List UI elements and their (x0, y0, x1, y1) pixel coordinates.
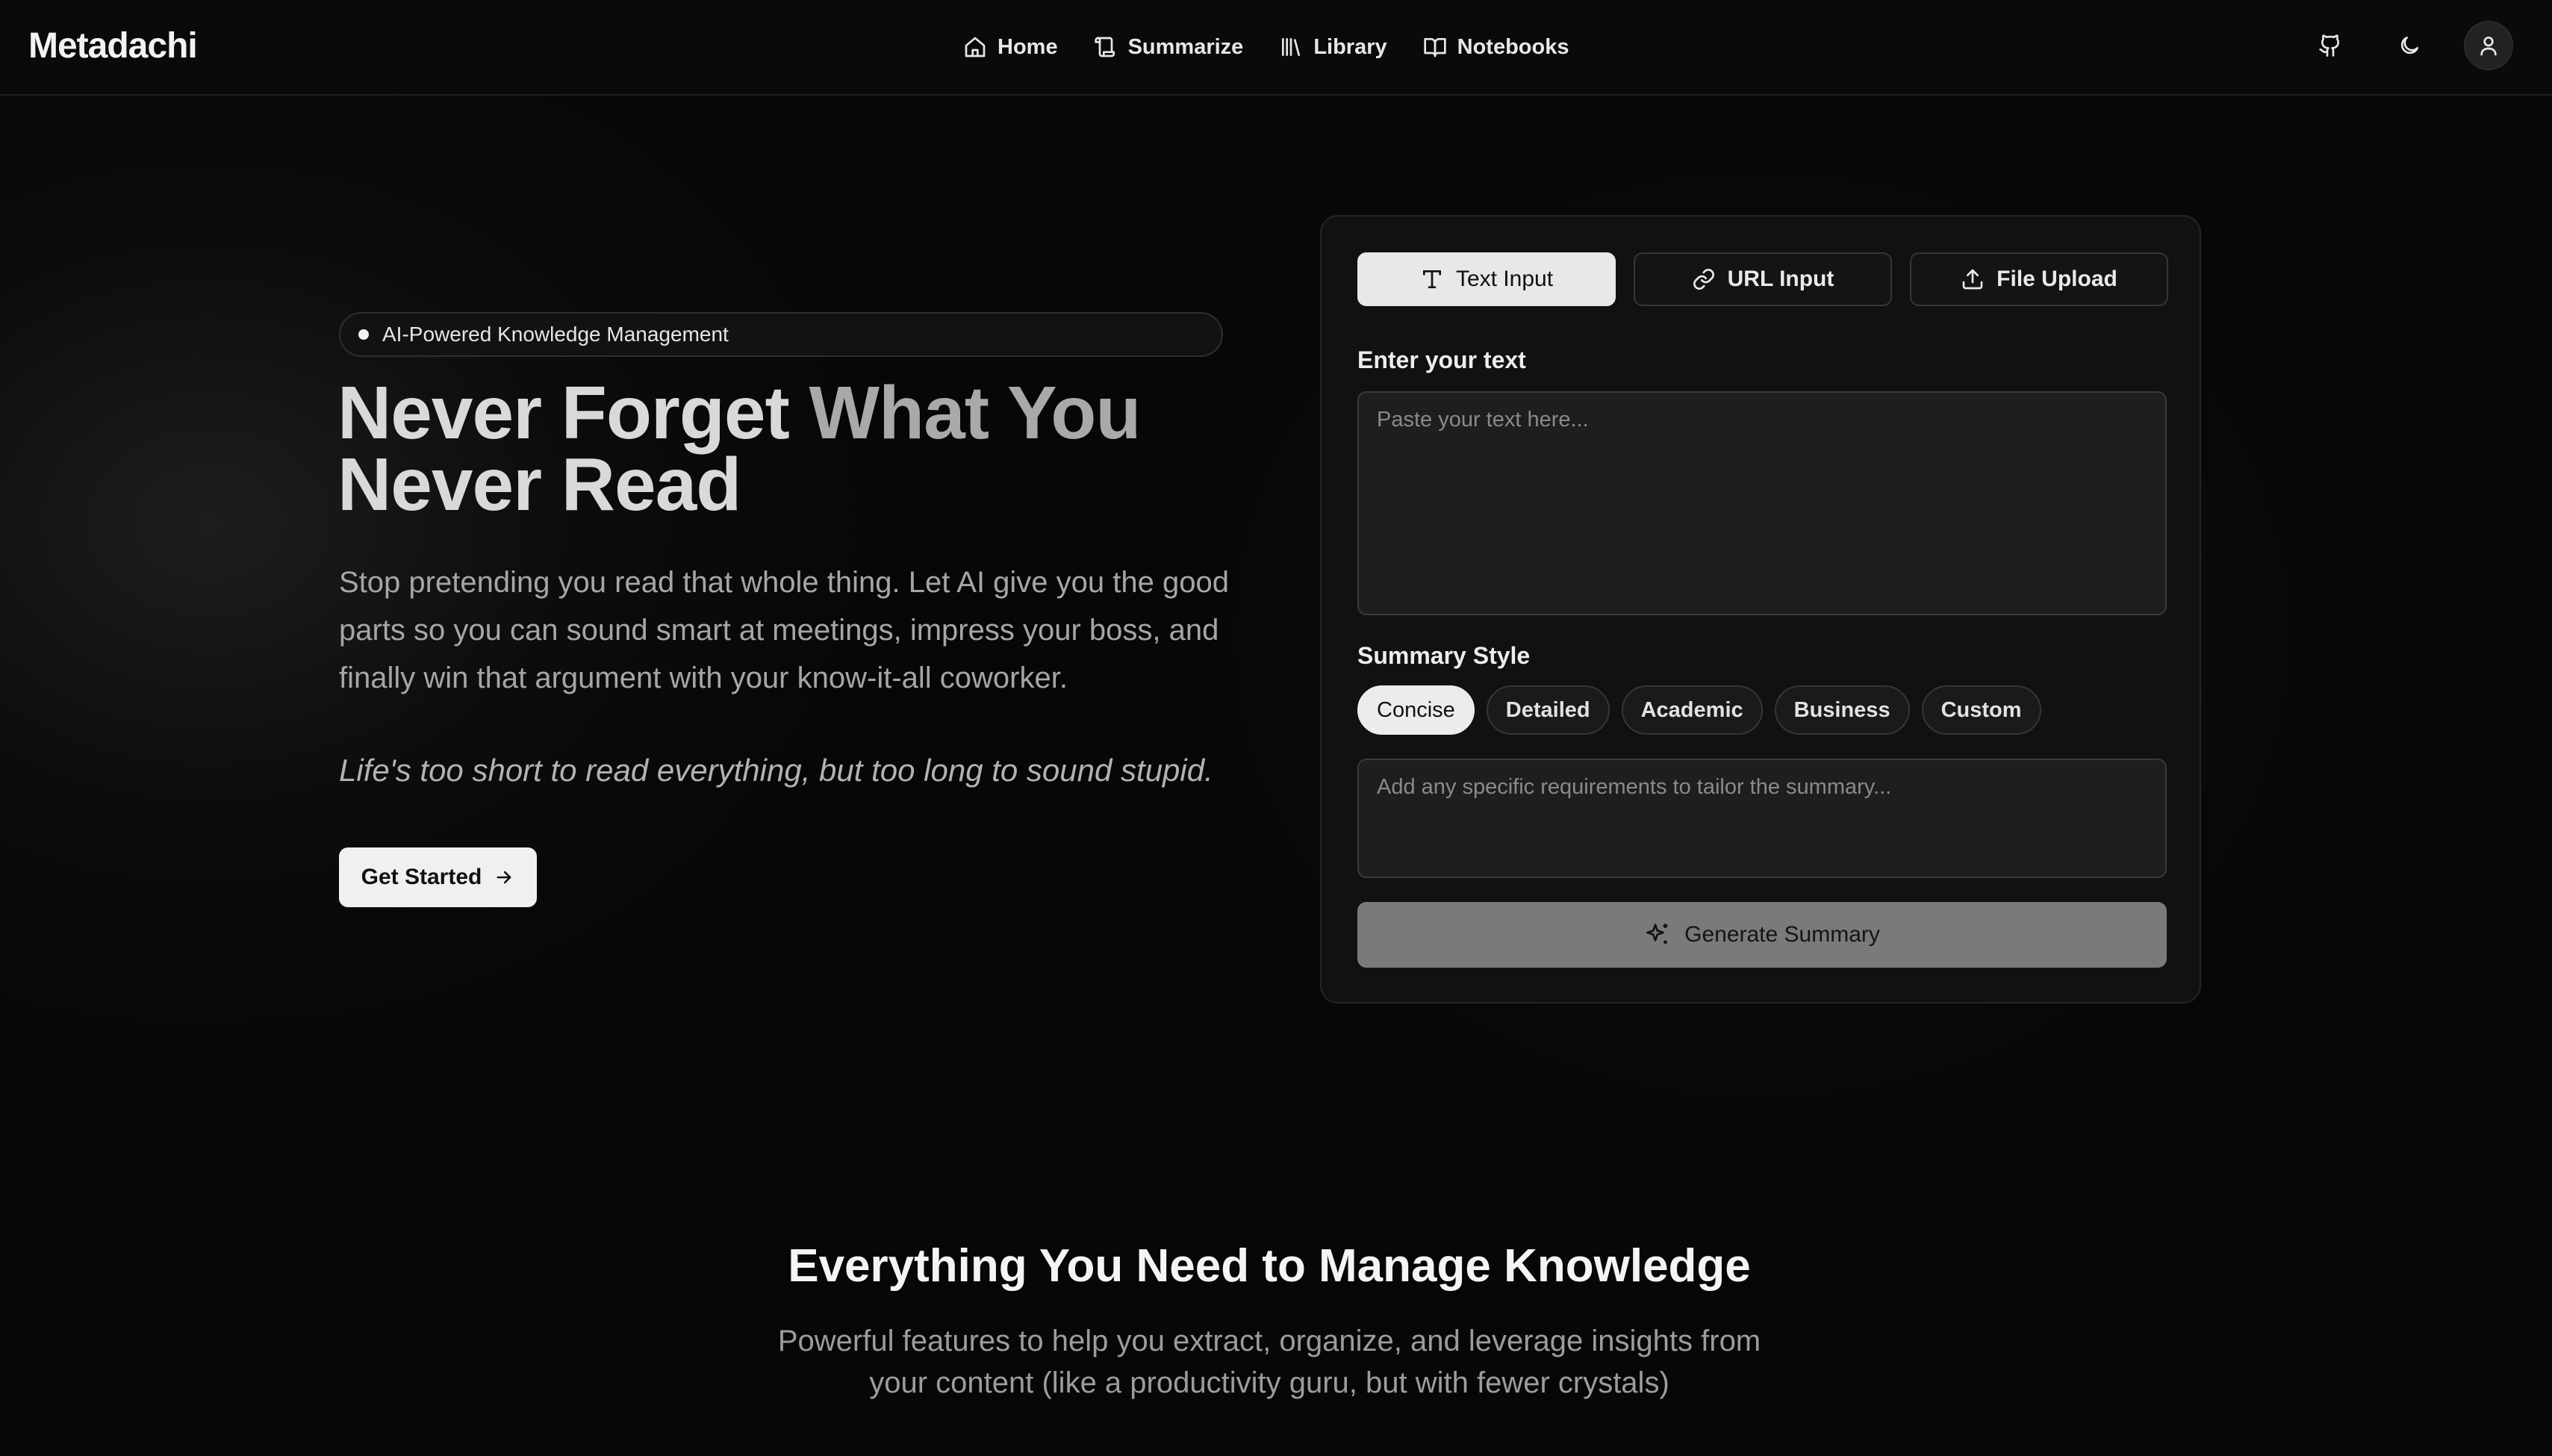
user-avatar-button[interactable] (2464, 21, 2513, 70)
nav-notebooks-label: Notebooks (1457, 34, 1569, 59)
requirements-placeholder: Add any specific requirements to tailor … (1377, 775, 1892, 799)
features-subtitle: Powerful features to help you extract, o… (747, 1320, 1792, 1404)
link-icon (1693, 269, 1714, 290)
nav-notebooks[interactable]: Notebooks (1423, 28, 1569, 66)
github-button[interactable] (2306, 21, 2355, 70)
home-icon (965, 37, 986, 57)
book-icon (1423, 38, 1446, 57)
badge-dot-icon (358, 329, 369, 340)
tab-url-input-label: URL Input (1727, 267, 1834, 291)
features-subtitle-line1: Powerful features to help you extract, o… (777, 1325, 1761, 1357)
style-custom[interactable]: Custom (1921, 685, 2041, 735)
hero-title: Never Forget What You Never Read (337, 376, 1308, 522)
library-icon (1282, 38, 1301, 56)
hero-badge: AI-Powered Knowledge Management (339, 312, 1223, 357)
summarizer-card: Text Input URL Input File Upload Enter y… (1320, 215, 2201, 1004)
get-started-label: Get Started (361, 865, 482, 889)
style-business[interactable]: Business (1774, 685, 1910, 735)
moon-icon (2400, 37, 2418, 55)
generate-summary-label: Generate Summary (1684, 922, 1880, 947)
style-academic[interactable]: Academic (1621, 685, 1763, 735)
tab-file-upload[interactable]: File Upload (1910, 252, 2168, 306)
upload-icon (1962, 269, 1983, 290)
nav-home[interactable]: Home (963, 28, 1058, 66)
github-icon (2319, 34, 2340, 57)
hero-quote: Life's too short to read everything, but… (339, 753, 1213, 788)
hero-description: Stop pretending you read that whole thin… (339, 566, 1229, 694)
scroll-icon (1094, 37, 1115, 57)
nav-library[interactable]: Library (1279, 28, 1387, 66)
tab-file-upload-label: File Upload (1997, 267, 2117, 291)
style-concise[interactable]: Concise (1357, 685, 1475, 735)
logo[interactable]: Metadachi (28, 25, 198, 66)
tab-text-input-label: Text Input (1455, 267, 1554, 291)
page: Metadachi Home Summarize Library Noteboo… (0, 0, 2552, 1456)
text-input-area[interactable]: Paste your text here... (1357, 391, 2167, 615)
hero-title-part2: What You (809, 371, 1142, 455)
nav-summarize[interactable]: Summarize (1094, 28, 1244, 66)
header-actions (2306, 21, 2513, 70)
user-icon (2480, 37, 2497, 56)
theme-toggle-button[interactable] (2385, 21, 2434, 70)
top-navbar: Metadachi Home Summarize Library Noteboo… (0, 0, 2552, 96)
input-tabs: Text Input URL Input File Upload (1357, 252, 2168, 306)
nav-library-label: Library (1313, 34, 1387, 59)
type-icon (1422, 270, 1441, 288)
nav-home-label: Home (998, 34, 1058, 59)
summary-style-label: Summary Style (1357, 642, 1531, 669)
generate-summary-button[interactable]: Generate Summary (1357, 902, 2167, 968)
get-started-button[interactable]: Get Started (339, 847, 537, 907)
tab-url-input[interactable]: URL Input (1634, 252, 1892, 306)
text-input-placeholder: Paste your text here... (1377, 408, 1589, 432)
tab-text-input[interactable]: Text Input (1357, 252, 1616, 306)
summary-style-options: Concise Detailed Academic Business Custo… (1357, 685, 2041, 735)
style-detailed[interactable]: Detailed (1486, 685, 1610, 735)
arrow-right-icon (497, 871, 511, 884)
sparkles-icon (1646, 924, 1668, 944)
requirements-input[interactable]: Add any specific requirements to tailor … (1357, 759, 2167, 878)
nav-summarize-label: Summarize (1127, 34, 1244, 59)
features-title: Everything You Need to Manage Knowledge (788, 1240, 1751, 1292)
text-input-label: Enter your text (1357, 346, 1526, 373)
hero-badge-label: AI-Powered Knowledge Management (382, 323, 729, 346)
main-nav: Home Summarize Library Notebooks (963, 28, 1569, 66)
hero-title-part3: Never Read (337, 443, 741, 526)
features-subtitle-line2: your content (like a productivity guru, … (869, 1366, 1669, 1399)
